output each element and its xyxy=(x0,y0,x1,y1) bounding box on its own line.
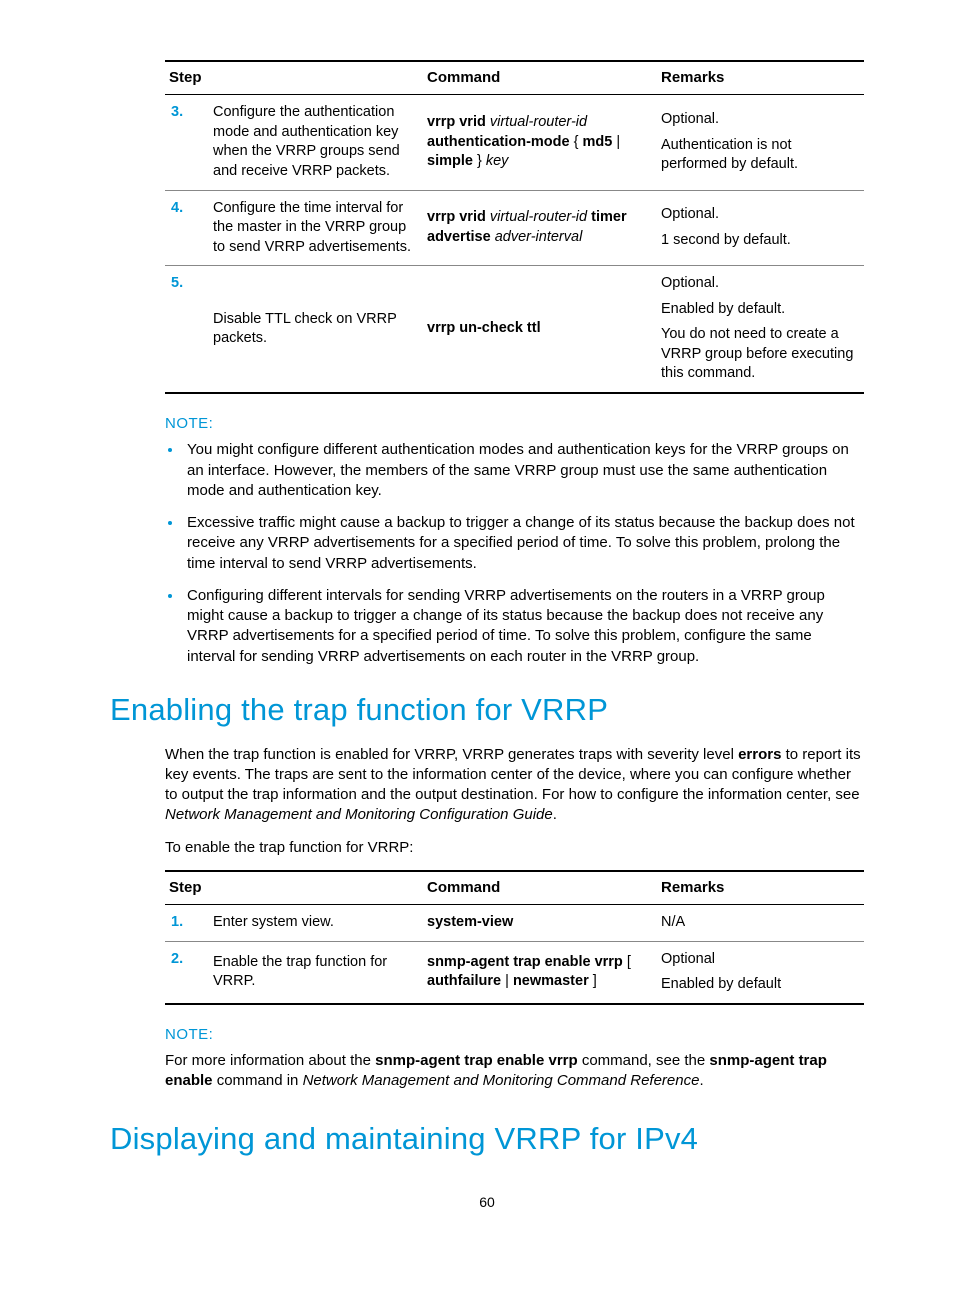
note-2-paragraph: For more information about the snmp-agen… xyxy=(165,1051,864,1092)
table-row: 1.Enter system view.system-viewN/A xyxy=(165,905,864,942)
th-remarks: Remarks xyxy=(657,61,864,95)
step-number: 5. xyxy=(165,266,209,393)
step-remarks: OptionalEnabled by default xyxy=(657,941,864,1004)
step-remarks: Optional.1 second by default. xyxy=(657,190,864,266)
table-1: Step Command Remarks 3.Configure the aut… xyxy=(165,60,864,394)
step-remarks: N/A xyxy=(657,905,864,942)
table-row: 5.Disable TTL check on VRRP packets.vrrp… xyxy=(165,266,864,393)
step-remarks: Optional.Authentication is not performed… xyxy=(657,95,864,190)
note-label-2: NOTE: xyxy=(165,1025,864,1045)
heading-displaying-maintaining: Displaying and maintaining VRRP for IPv4 xyxy=(110,1118,864,1160)
heading-enabling-trap: Enabling the trap function for VRRP xyxy=(110,689,864,731)
step-description: Enable the trap function for VRRP. xyxy=(209,941,423,1004)
th-remarks-2: Remarks xyxy=(657,871,864,905)
step-description: Configure the time interval for the mast… xyxy=(209,190,423,266)
step-number: 4. xyxy=(165,190,209,266)
step-number: 1. xyxy=(165,905,209,942)
table-row: 3.Configure the authentication mode and … xyxy=(165,95,864,190)
table-2: Step Command Remarks 1.Enter system view… xyxy=(165,870,864,1005)
step-command: snmp-agent trap enable vrrp [ authfailur… xyxy=(423,941,657,1004)
list-item: Excessive traffic might cause a backup t… xyxy=(183,513,864,574)
step-command: vrrp un-check ttl xyxy=(423,266,657,393)
section-1-paragraph: When the trap function is enabled for VR… xyxy=(165,745,864,826)
note-label-1: NOTE: xyxy=(165,414,864,434)
list-item: You might configure different authentica… xyxy=(183,440,864,501)
th-command: Command xyxy=(423,61,657,95)
step-command: system-view xyxy=(423,905,657,942)
list-item: Configuring different intervals for send… xyxy=(183,586,864,667)
step-remarks: Optional.Enabled by default.You do not n… xyxy=(657,266,864,393)
note-1-list: You might configure different authentica… xyxy=(165,440,864,667)
th-command-2: Command xyxy=(423,871,657,905)
th-step-2: Step xyxy=(165,871,423,905)
step-command: vrrp vrid virtual-router-id timer advert… xyxy=(423,190,657,266)
th-step: Step xyxy=(165,61,423,95)
page-number: 60 xyxy=(110,1193,864,1212)
step-number: 2. xyxy=(165,941,209,1004)
step-description: Configure the authentication mode and au… xyxy=(209,95,423,190)
table-row: 2.Enable the trap function for VRRP.snmp… xyxy=(165,941,864,1004)
section-1-intro2: To enable the trap function for VRRP: xyxy=(165,838,864,858)
step-description: Enter system view. xyxy=(209,905,423,942)
step-number: 3. xyxy=(165,95,209,190)
table-row: 4.Configure the time interval for the ma… xyxy=(165,190,864,266)
step-command: vrrp vrid virtual-router-id authenticati… xyxy=(423,95,657,190)
step-description: Disable TTL check on VRRP packets. xyxy=(209,266,423,393)
